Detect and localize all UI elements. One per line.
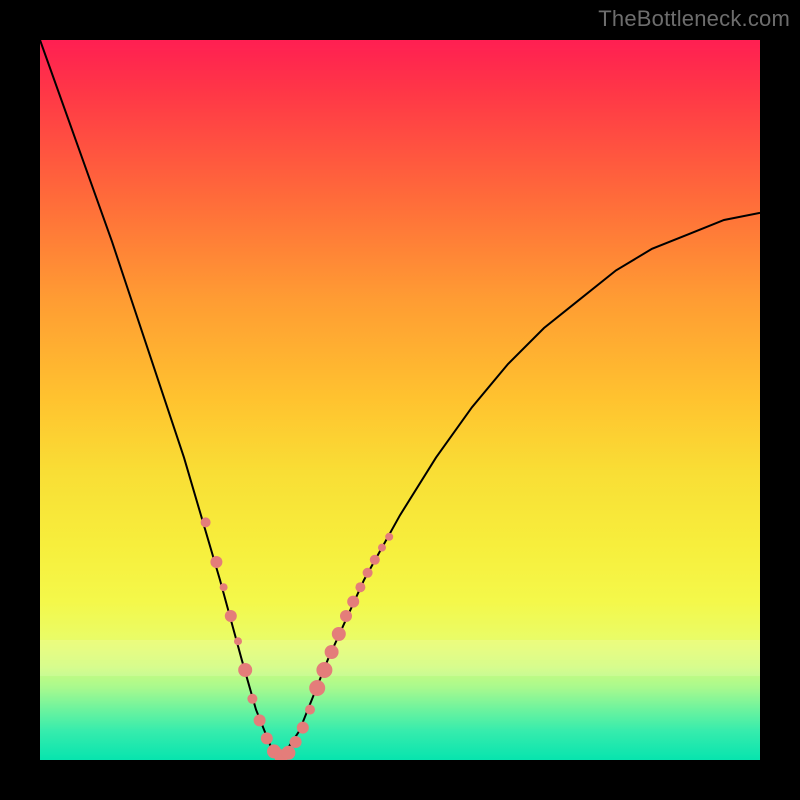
chart-frame: TheBottleneck.com: [0, 0, 800, 800]
watermark-label: TheBottleneck.com: [598, 6, 790, 32]
plot-background: [40, 40, 760, 760]
